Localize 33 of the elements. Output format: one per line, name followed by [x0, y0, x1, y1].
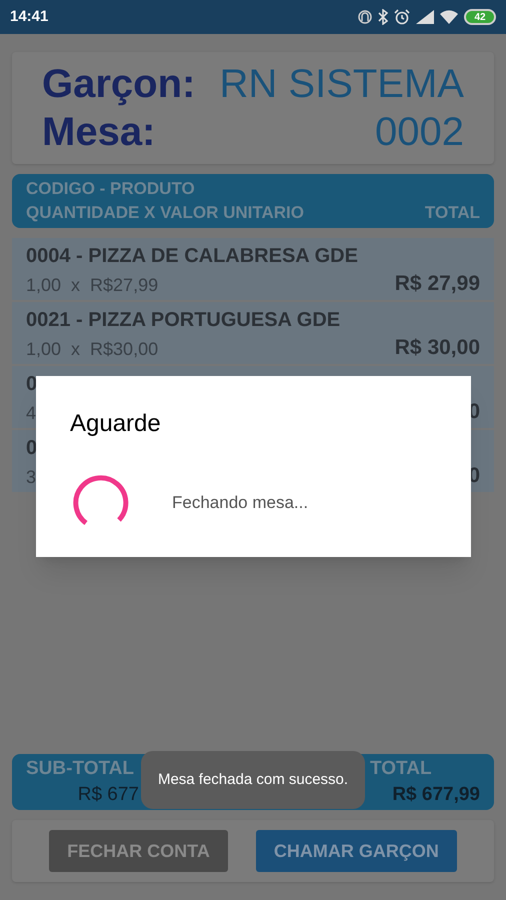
bluetooth-icon	[378, 9, 388, 25]
product-name: 0004 - PIZZA DE CALABRESA GDE	[26, 244, 359, 269]
dialog-message: Fechando mesa...	[172, 492, 308, 514]
quantity-price: 3	[26, 466, 36, 489]
toast: Mesa fechada com sucesso.	[141, 751, 365, 809]
waiter-label: Garçon:	[42, 61, 196, 108]
dialog-title: Aguarde	[70, 409, 162, 439]
signal-icon	[416, 10, 434, 24]
product-name: 0	[26, 436, 38, 461]
clock: 14:41	[10, 6, 48, 27]
wifi-icon	[440, 10, 458, 24]
action-button[interactable]: CHAMAR GARÇON	[256, 830, 457, 872]
subtotal-value: R$ 677	[78, 783, 139, 807]
quantity-price: 1,00 x R$30,00	[26, 338, 158, 361]
action-button[interactable]: FECHAR CONTA	[49, 830, 228, 872]
table-label: Mesa:	[42, 109, 156, 156]
table-number: 0002	[374, 109, 464, 156]
total-value: R$ 677,99	[392, 783, 480, 807]
waiter-name: RN SISTEMA	[218, 61, 464, 108]
column-label: CODIGO - PRODUTO	[26, 178, 196, 200]
total-label: TOTAL	[370, 757, 432, 781]
subtotal-label: SUB-TOTAL	[26, 757, 134, 781]
column-label: QUANTIDADE X VALOR UNITARIO	[26, 202, 304, 224]
row-total: R$ 30,00	[394, 335, 480, 361]
alarm-icon	[394, 9, 410, 25]
product-name: 0	[26, 372, 38, 397]
quantity-price: 4	[26, 402, 36, 425]
column-label: TOTAL	[424, 202, 480, 224]
nfc-icon	[358, 9, 372, 25]
battery-icon: 42	[464, 9, 496, 25]
row-total: R$ 27,99	[394, 271, 480, 297]
quantity-price: 1,00 x R$27,99	[26, 274, 158, 297]
product-name: 0021 - PIZZA PORTUGUESA GDE	[26, 308, 342, 333]
